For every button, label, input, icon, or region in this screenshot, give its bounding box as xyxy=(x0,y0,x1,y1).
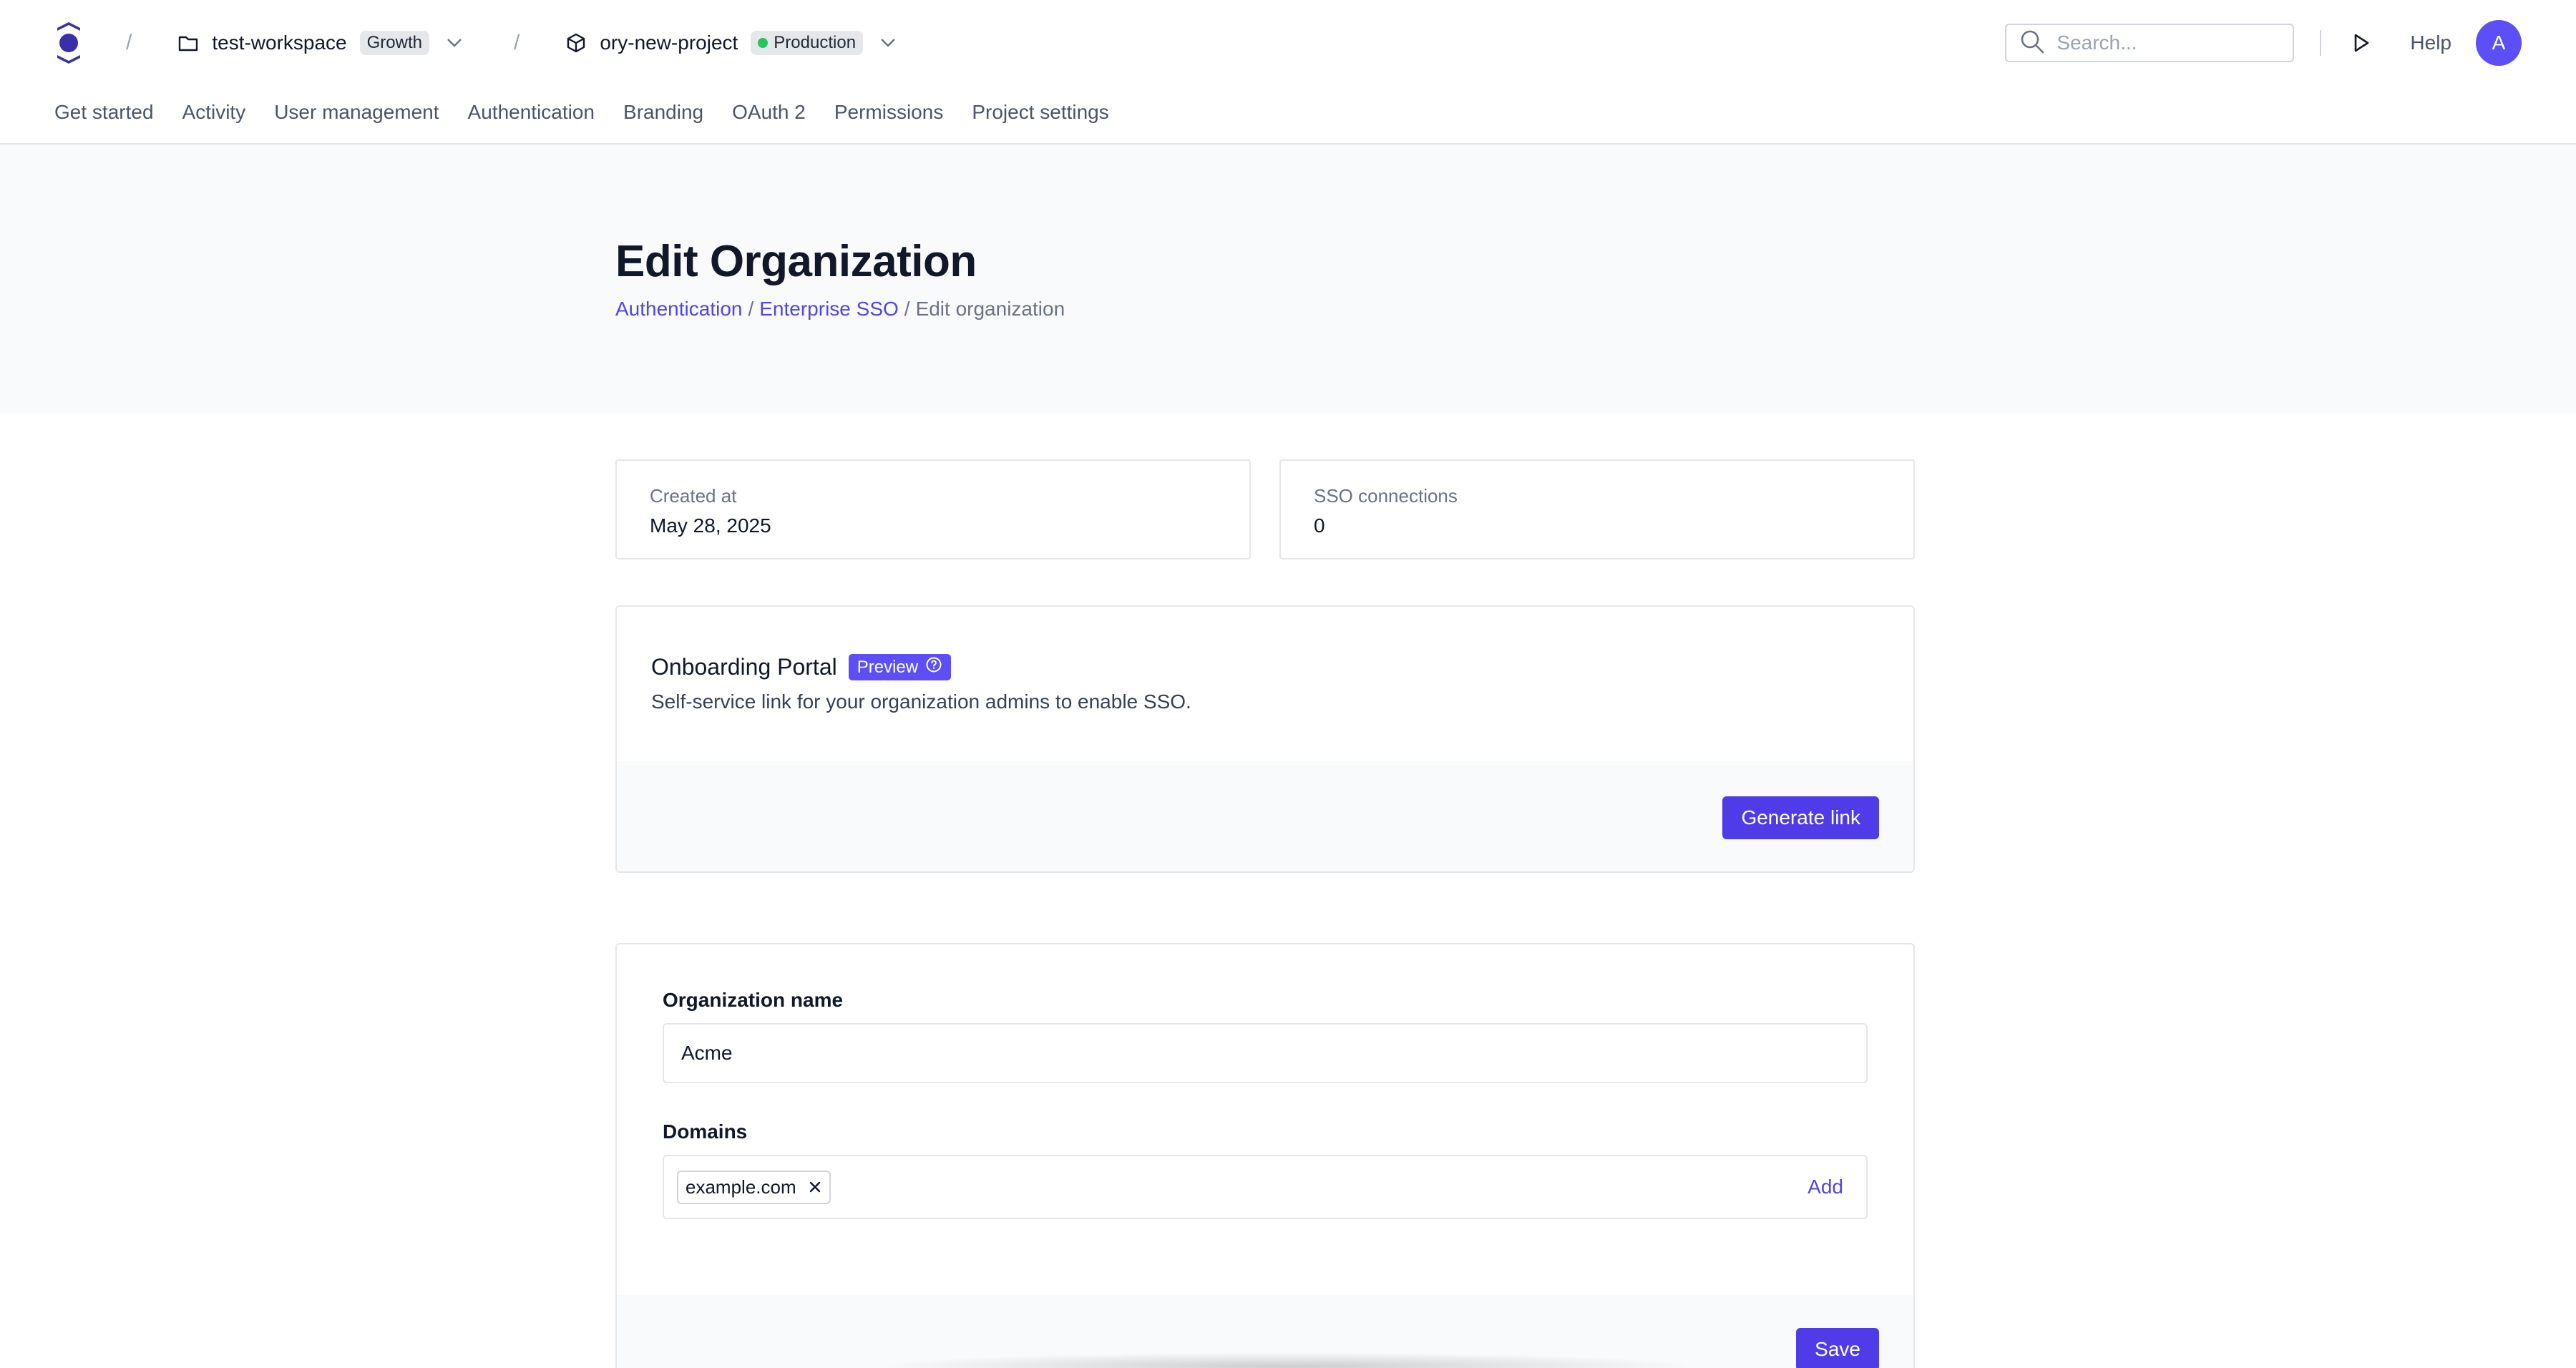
breadcrumb: Authentication / Enterprise SSO / Edit organ… xyxy=(615,298,1065,321)
sso-connections-label: SSO connections xyxy=(1314,485,1458,507)
nav-item-activity[interactable]: Activity xyxy=(182,101,246,128)
portal-footer: Generate link xyxy=(617,761,1913,871)
nav-item-user-management[interactable]: User management xyxy=(274,101,439,128)
help-link[interactable]: Help xyxy=(2410,31,2451,54)
organization-name-label: Organization name xyxy=(663,989,844,1011)
domains-field[interactable]: example.com Add xyxy=(663,1155,1868,1219)
search-box[interactable] xyxy=(2005,24,2295,62)
preview-badge-label: Preview xyxy=(857,657,919,677)
nav-item-project-settings[interactable]: Project settings xyxy=(972,101,1108,128)
domains-label: Domains xyxy=(663,1120,748,1143)
page-header: Edit Organization Authentication / Enterpr… xyxy=(0,145,2576,414)
onboarding-portal-panel: Onboarding Portal Preview Self-service l… xyxy=(615,605,1915,873)
organization-name-input[interactable] xyxy=(663,1023,1868,1083)
workspace-name: test-workspace xyxy=(212,31,347,54)
play-icon[interactable] xyxy=(2347,29,2376,57)
sso-connections-card: SSO connections 0 xyxy=(1279,459,1915,560)
workspace-switcher[interactable]: test-workspace Growth xyxy=(177,31,464,55)
avatar[interactable]: A xyxy=(2476,20,2522,66)
help-circle-icon xyxy=(925,656,942,678)
breadcrumb-separator: / xyxy=(748,298,754,320)
created-at-value: May 28, 2025 xyxy=(650,514,771,537)
page-title: Edit Organization xyxy=(615,237,977,286)
ory-logo-icon[interactable] xyxy=(54,19,83,67)
created-at-label: Created at xyxy=(650,485,737,507)
crumb-separator: / xyxy=(514,31,520,54)
created-at-card: Created at May 28, 2025 xyxy=(615,459,1251,560)
portal-title: Onboarding Portal xyxy=(651,654,837,680)
search-input[interactable] xyxy=(2057,31,2272,54)
portal-header: Onboarding Portal Preview Self-service l… xyxy=(617,607,1913,761)
organization-form-panel: Organization name Domains example.com Ad… xyxy=(615,943,1915,1368)
domain-chip: example.com xyxy=(677,1170,831,1204)
nav-item-authentication[interactable]: Authentication xyxy=(468,101,595,128)
environment-badge: Production xyxy=(751,31,864,55)
divider xyxy=(2320,30,2322,56)
chevron-down-icon[interactable] xyxy=(879,34,897,52)
nav-item-permissions[interactable]: Permissions xyxy=(834,101,943,128)
topbar-actions: Help A xyxy=(2005,20,2522,66)
generate-link-button[interactable]: Generate link xyxy=(1722,796,1879,839)
add-domain-button[interactable]: Add xyxy=(1807,1176,1843,1198)
portal-title-row: Onboarding Portal Preview xyxy=(651,654,1879,680)
domain-chip-label: example.com xyxy=(686,1176,796,1198)
breadcrumb-separator: / xyxy=(904,298,910,320)
nav-item-get-started[interactable]: Get started xyxy=(54,101,154,128)
breadcrumb-authentication[interactable]: Authentication xyxy=(615,298,742,320)
nav-item-oauth2[interactable]: OAuth 2 xyxy=(732,101,806,128)
toast-shadow xyxy=(873,1352,1703,1368)
close-icon[interactable] xyxy=(808,1180,822,1194)
breadcrumb-current: Edit organization xyxy=(915,298,1065,320)
chevron-down-icon[interactable] xyxy=(445,34,464,52)
save-button[interactable]: Save xyxy=(1796,1328,1879,1368)
folder-icon xyxy=(177,32,199,54)
plan-badge: Growth xyxy=(359,31,429,55)
top-bar: / test-workspace Growth / ory-new-projec… xyxy=(0,0,2576,86)
nav-item-branding[interactable]: Branding xyxy=(623,101,703,128)
project-switcher[interactable]: ory-new-project Production xyxy=(565,31,897,55)
portal-description: Self-service link for your organization … xyxy=(651,690,1191,713)
preview-badge[interactable]: Preview xyxy=(848,654,952,680)
search-icon xyxy=(2019,29,2045,58)
organization-form: Organization name Domains example.com Ad… xyxy=(617,944,1913,1295)
status-dot-icon xyxy=(758,38,769,48)
crumb-separator: / xyxy=(126,31,132,54)
environment-label: Production xyxy=(774,33,857,52)
cube-icon xyxy=(565,32,587,54)
breadcrumb-enterprise-sso[interactable]: Enterprise SSO xyxy=(759,298,899,320)
main-nav: Get started Activity User management Aut… xyxy=(0,86,2576,145)
project-name: ory-new-project xyxy=(600,31,738,54)
sso-connections-value: 0 xyxy=(1314,514,1325,537)
